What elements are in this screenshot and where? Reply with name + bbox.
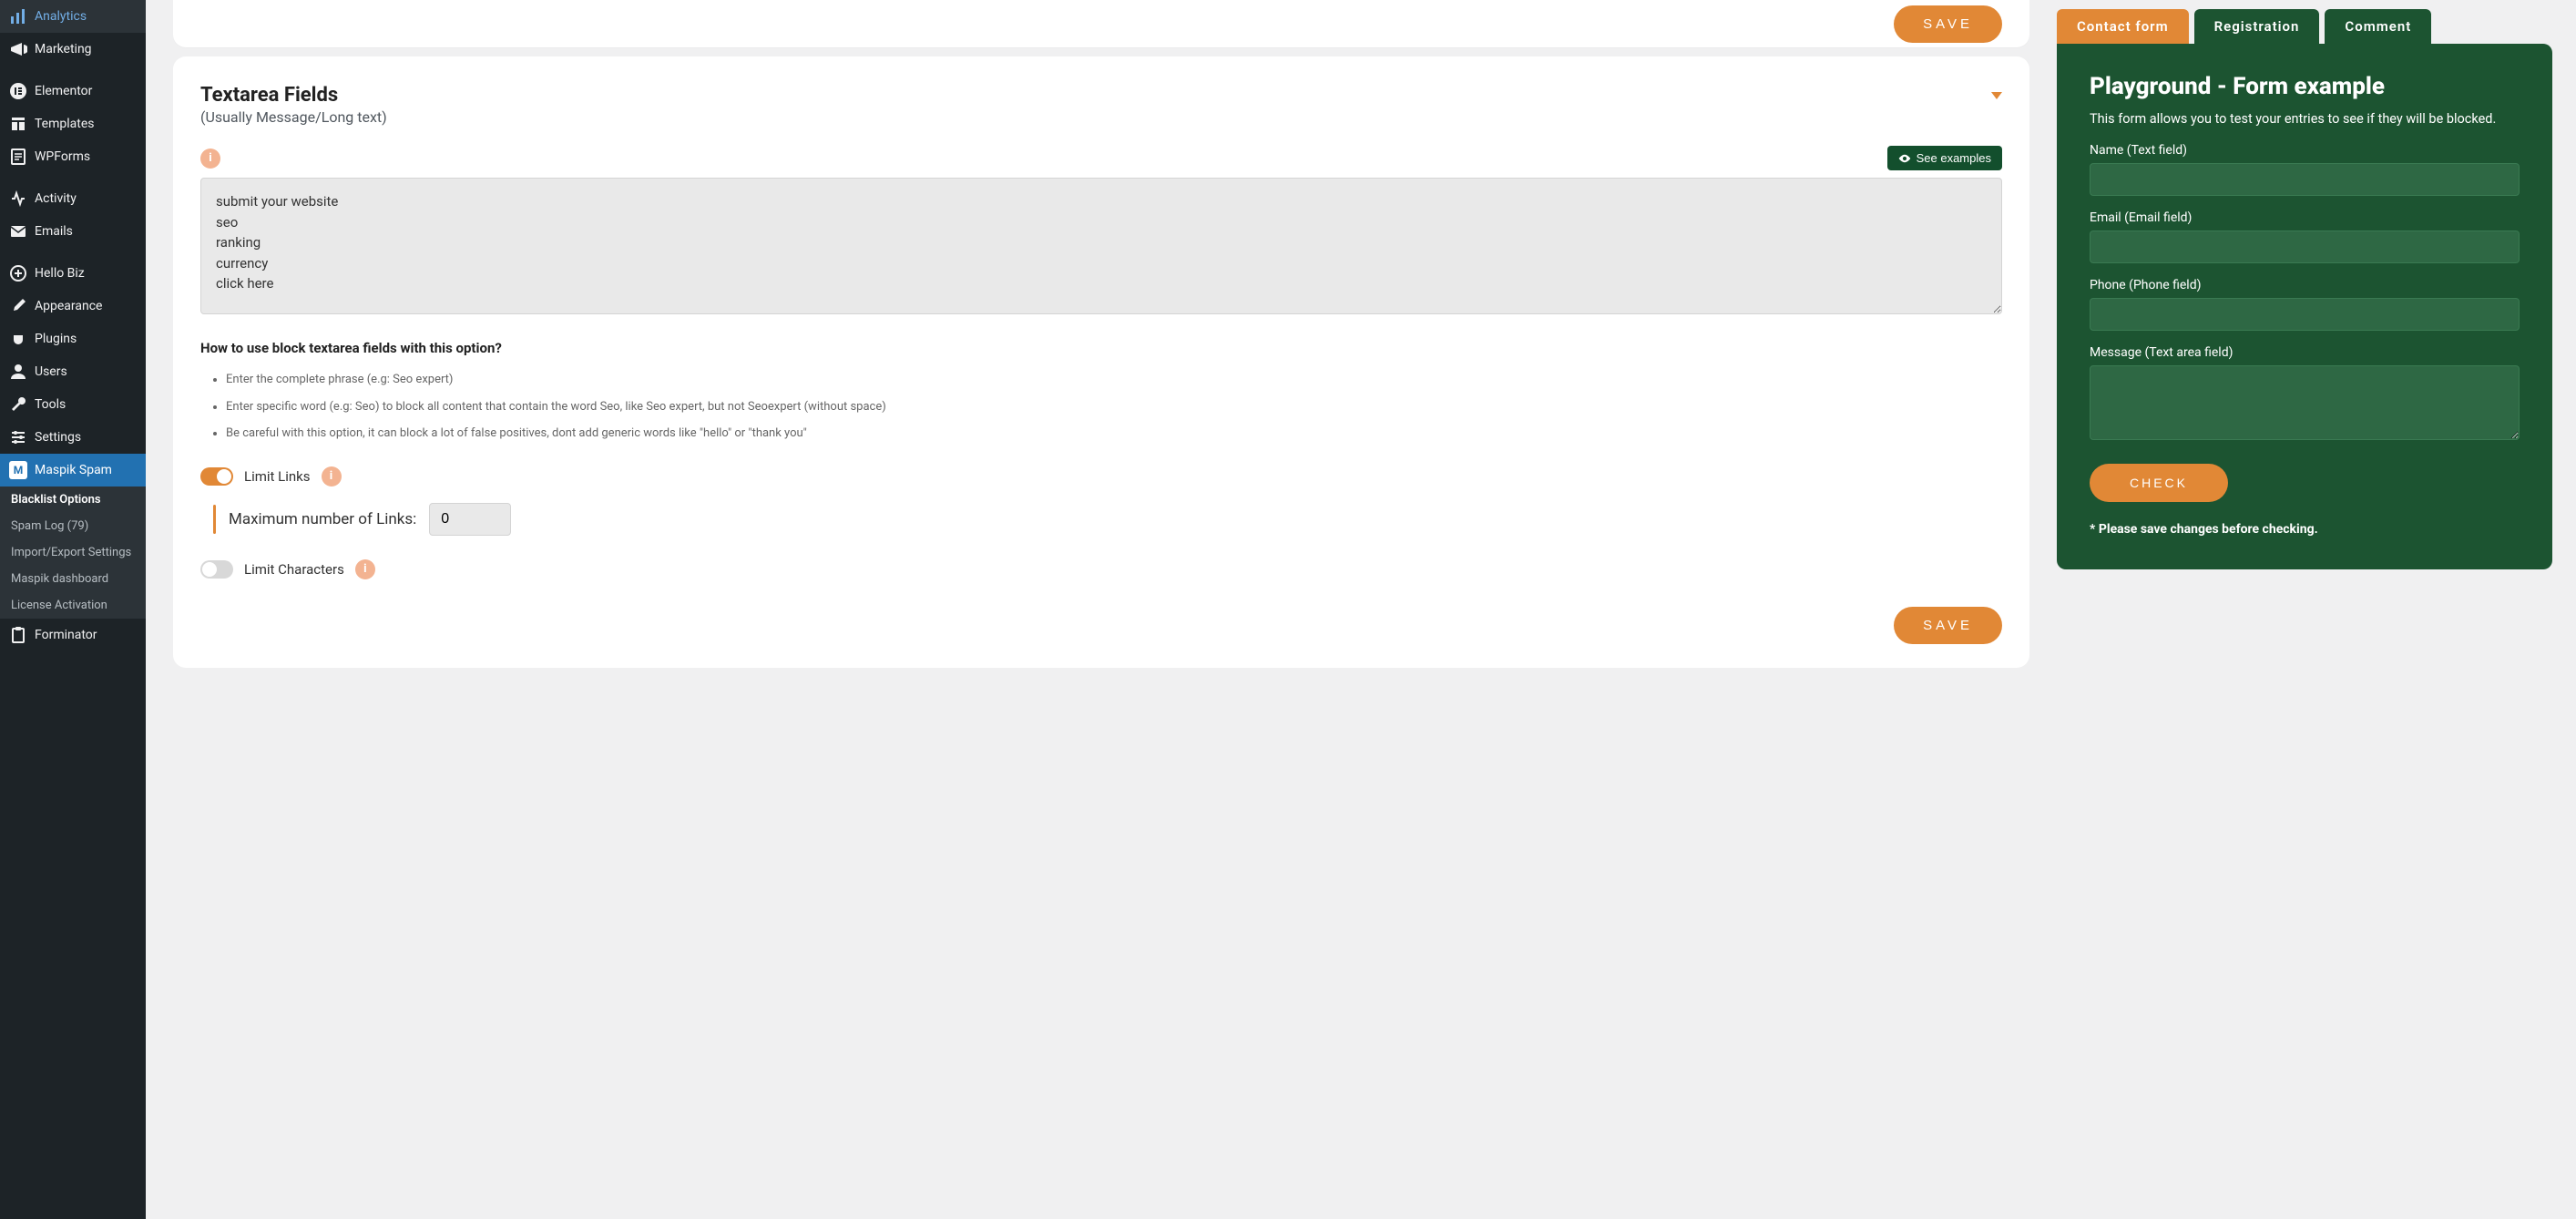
sidebar-submenu: Blacklist Options Spam Log (79) Import/E… bbox=[0, 487, 146, 619]
templates-icon bbox=[9, 115, 27, 133]
card-title: Textarea Fields bbox=[200, 84, 338, 107]
limit-characters-toggle[interactable] bbox=[200, 560, 233, 579]
sidebar-item-label: Hello Biz bbox=[35, 266, 85, 281]
tab-comment[interactable]: Comment bbox=[2325, 9, 2431, 44]
sidebar-item-maspik[interactable]: M Maspik Spam bbox=[0, 454, 146, 487]
sidebar-item-label: Analytics bbox=[35, 9, 87, 24]
check-button[interactable]: CHECK bbox=[2090, 464, 2228, 502]
brush-icon bbox=[9, 297, 27, 315]
playground-note: * Please save changes before checking. bbox=[2090, 522, 2520, 537]
sidebar-item-label: Marketing bbox=[35, 42, 92, 56]
wrench-icon bbox=[9, 395, 27, 414]
limit-links-label: Limit Links bbox=[244, 468, 311, 485]
plug-icon bbox=[9, 330, 27, 348]
sidebar-item-elementor[interactable]: Elementor bbox=[0, 75, 146, 108]
submenu-license[interactable]: License Activation bbox=[0, 592, 146, 619]
sidebar-item-settings[interactable]: Settings bbox=[0, 421, 146, 454]
limit-links-toggle[interactable] bbox=[200, 467, 233, 486]
save-button[interactable]: SAVE bbox=[1894, 607, 2002, 644]
sliders-icon bbox=[9, 428, 27, 446]
sidebar-item-label: Activity bbox=[35, 191, 77, 206]
maspik-icon: M bbox=[9, 461, 27, 479]
save-button-top[interactable]: SAVE bbox=[1894, 5, 2002, 43]
sidebar-item-analytics[interactable]: Analytics bbox=[0, 0, 146, 33]
info-icon[interactable]: i bbox=[322, 466, 342, 487]
eye-icon bbox=[1898, 152, 1911, 165]
submenu-blacklist[interactable]: Blacklist Options bbox=[0, 487, 146, 513]
collapse-caret-icon[interactable] bbox=[1991, 92, 2002, 99]
howto-section: How to use block textarea fields with th… bbox=[200, 340, 2002, 443]
sidebar-item-forminator[interactable]: Forminator bbox=[0, 619, 146, 651]
submenu-spamlog[interactable]: Spam Log (79) bbox=[0, 513, 146, 539]
sidebar-item-label: Templates bbox=[35, 117, 95, 131]
main-content: SAVE Textarea Fields (Usually Message/Lo… bbox=[146, 0, 2057, 1219]
tab-contact-form[interactable]: Contact form bbox=[2057, 9, 2189, 44]
activity-icon bbox=[9, 190, 27, 208]
accent-bar bbox=[213, 505, 216, 534]
megaphone-icon bbox=[9, 40, 27, 58]
see-examples-label: See examples bbox=[1917, 151, 1991, 165]
plus-circle-icon bbox=[9, 264, 27, 282]
sidebar-item-label: Forminator bbox=[35, 628, 97, 642]
tab-registration[interactable]: Registration bbox=[2194, 9, 2320, 44]
howto-item: Enter specific word (e.g: Seo) to block … bbox=[226, 398, 2002, 416]
sidebar-item-label: Elementor bbox=[35, 84, 92, 98]
name-label: Name (Text field) bbox=[2090, 143, 2520, 158]
card-subtitle: (Usually Message/Long text) bbox=[200, 108, 2002, 126]
message-label: Message (Text area field) bbox=[2090, 345, 2520, 360]
sidebar-item-appearance[interactable]: Appearance bbox=[0, 290, 146, 323]
sidebar-item-marketing[interactable]: Marketing bbox=[0, 33, 146, 66]
info-icon[interactable]: i bbox=[200, 149, 220, 169]
sidebar-item-label: Appearance bbox=[35, 299, 102, 313]
info-icon[interactable]: i bbox=[355, 559, 375, 579]
sidebar-item-label: Maspik Spam bbox=[35, 463, 112, 477]
playground-panel: Contact form Registration Comment Playgr… bbox=[2057, 0, 2576, 1219]
see-examples-button[interactable]: See examples bbox=[1887, 146, 2002, 170]
sidebar-item-label: Settings bbox=[35, 430, 81, 445]
message-textarea[interactable] bbox=[2090, 365, 2520, 440]
sidebar-item-label: Emails bbox=[35, 224, 73, 239]
phone-label: Phone (Phone field) bbox=[2090, 278, 2520, 292]
analytics-icon bbox=[9, 7, 27, 26]
email-input[interactable] bbox=[2090, 230, 2520, 263]
textarea-fields-card: Textarea Fields (Usually Message/Long te… bbox=[173, 56, 2029, 668]
sidebar-item-emails[interactable]: Emails bbox=[0, 215, 146, 248]
previous-card-footer: SAVE bbox=[173, 0, 2029, 47]
name-input[interactable] bbox=[2090, 163, 2520, 196]
max-links-setting: Maximum number of Links: bbox=[213, 503, 2002, 536]
phone-input[interactable] bbox=[2090, 298, 2520, 331]
sidebar-item-label: Plugins bbox=[35, 332, 77, 346]
howto-item: Be careful with this option, it can bloc… bbox=[226, 425, 2002, 443]
email-label: Email (Email field) bbox=[2090, 210, 2520, 225]
submenu-importexport[interactable]: Import/Export Settings bbox=[0, 539, 146, 566]
sidebar-item-label: WPForms bbox=[35, 149, 90, 164]
sidebar-item-activity[interactable]: Activity bbox=[0, 182, 146, 215]
sidebar-item-wpforms[interactable]: WPForms bbox=[0, 140, 146, 173]
howto-title: How to use block textarea fields with th… bbox=[200, 340, 2002, 356]
sidebar-item-label: Users bbox=[35, 364, 67, 379]
playground-body: Playground - Form example This form allo… bbox=[2057, 44, 2552, 569]
howto-item: Enter the complete phrase (e.g: Seo expe… bbox=[226, 371, 2002, 389]
sidebar-item-plugins[interactable]: Plugins bbox=[0, 323, 146, 355]
mail-icon bbox=[9, 222, 27, 241]
max-links-label: Maximum number of Links: bbox=[229, 510, 416, 528]
blacklist-textarea[interactable] bbox=[200, 178, 2002, 314]
clipboard-icon bbox=[9, 626, 27, 644]
playground-title: Playground - Form example bbox=[2090, 73, 2520, 100]
sidebar-item-tools[interactable]: Tools bbox=[0, 388, 146, 421]
sidebar-item-label: Tools bbox=[35, 397, 66, 412]
playground-tabs: Contact form Registration Comment bbox=[2057, 9, 2552, 44]
sidebar-item-templates[interactable]: Templates bbox=[0, 108, 146, 140]
form-icon bbox=[9, 148, 27, 166]
user-icon bbox=[9, 363, 27, 381]
limit-characters-label: Limit Characters bbox=[244, 561, 344, 578]
sidebar-item-users[interactable]: Users bbox=[0, 355, 146, 388]
max-links-input[interactable] bbox=[429, 503, 511, 536]
playground-desc: This form allows you to test your entrie… bbox=[2090, 111, 2520, 127]
submenu-dashboard[interactable]: Maspik dashboard bbox=[0, 566, 146, 592]
admin-sidebar: Analytics Marketing Elementor Templates … bbox=[0, 0, 146, 1219]
elementor-icon bbox=[9, 82, 27, 100]
sidebar-item-hellobiz[interactable]: Hello Biz bbox=[0, 257, 146, 290]
